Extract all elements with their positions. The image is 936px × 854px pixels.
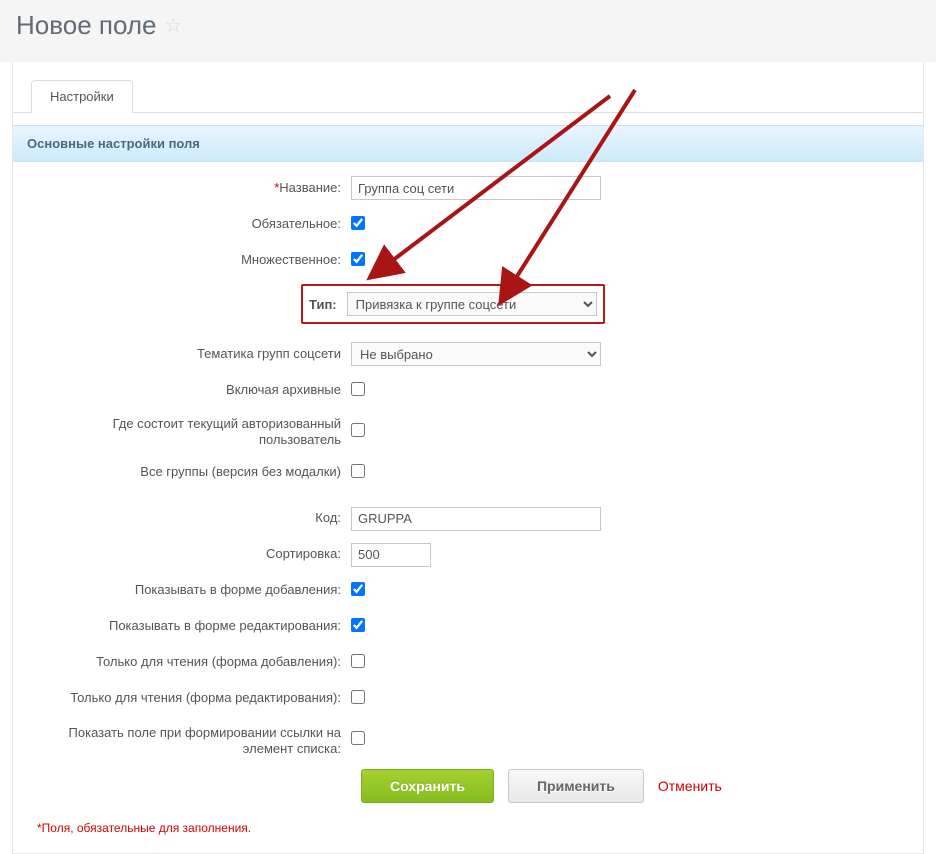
show-add-label: Показывать в форме добавления: <box>31 582 351 598</box>
section-header: Основные настройки поля <box>13 125 923 162</box>
code-input[interactable] <box>351 507 601 531</box>
show-link-label: Показать поле при формировании ссылки на… <box>31 723 351 758</box>
nomodal-label: Все группы (версия без модалки) <box>31 464 351 480</box>
multiple-checkbox[interactable] <box>351 252 365 266</box>
page-title-text: Новое поле <box>16 10 157 41</box>
ro-add-label: Только для чтения (форма добавления): <box>31 654 351 670</box>
multiple-label: Множественное: <box>31 252 351 268</box>
tabs: Настройки <box>13 80 923 113</box>
code-label: Код: <box>31 510 351 526</box>
form: *Название: Обязательное: Множественное: … <box>13 162 923 835</box>
archived-checkbox[interactable] <box>351 382 365 396</box>
topic-label: Тематика групп соцсети <box>31 346 351 362</box>
type-row-highlight: Тип: Привязка к группе соцсети <box>301 284 605 324</box>
settings-panel: Настройки Основные настройки поля *Назва… <box>12 62 924 854</box>
name-label: *Название: <box>31 180 351 196</box>
ro-edit-label: Только для чтения (форма редактирования)… <box>31 690 351 706</box>
name-input[interactable] <box>351 176 601 200</box>
type-label: Тип: <box>309 297 337 312</box>
page-title: Новое поле ☆ <box>16 10 920 41</box>
authuser-checkbox[interactable] <box>351 423 365 437</box>
tab-settings[interactable]: Настройки <box>31 80 133 113</box>
ro-edit-checkbox[interactable] <box>351 690 365 704</box>
sort-input[interactable] <box>351 543 431 567</box>
button-bar: Сохранить Применить Отменить <box>361 769 905 803</box>
show-link-checkbox[interactable] <box>351 731 365 745</box>
authuser-label: Где состоит текущий авторизованный польз… <box>31 414 351 449</box>
tabs-divider <box>13 112 923 113</box>
show-add-checkbox[interactable] <box>351 582 365 596</box>
archived-label: Включая архивные <box>31 382 351 398</box>
sort-label: Сортировка: <box>31 546 351 562</box>
required-label: Обязательное: <box>31 216 351 232</box>
favorite-star-icon[interactable]: ☆ <box>165 13 183 38</box>
type-select[interactable]: Привязка к группе соцсети <box>347 292 597 316</box>
ro-add-checkbox[interactable] <box>351 654 365 668</box>
required-checkbox[interactable] <box>351 216 365 230</box>
apply-button[interactable]: Применить <box>508 769 644 803</box>
save-button[interactable]: Сохранить <box>361 769 494 803</box>
show-edit-label: Показывать в форме редактирования: <box>31 618 351 634</box>
cancel-link[interactable]: Отменить <box>658 778 722 794</box>
nomodal-checkbox[interactable] <box>351 464 365 478</box>
topic-select[interactable]: Не выбрано <box>351 342 601 366</box>
required-footnote: *Поля, обязательные для заполнения. <box>31 803 905 835</box>
show-edit-checkbox[interactable] <box>351 618 365 632</box>
